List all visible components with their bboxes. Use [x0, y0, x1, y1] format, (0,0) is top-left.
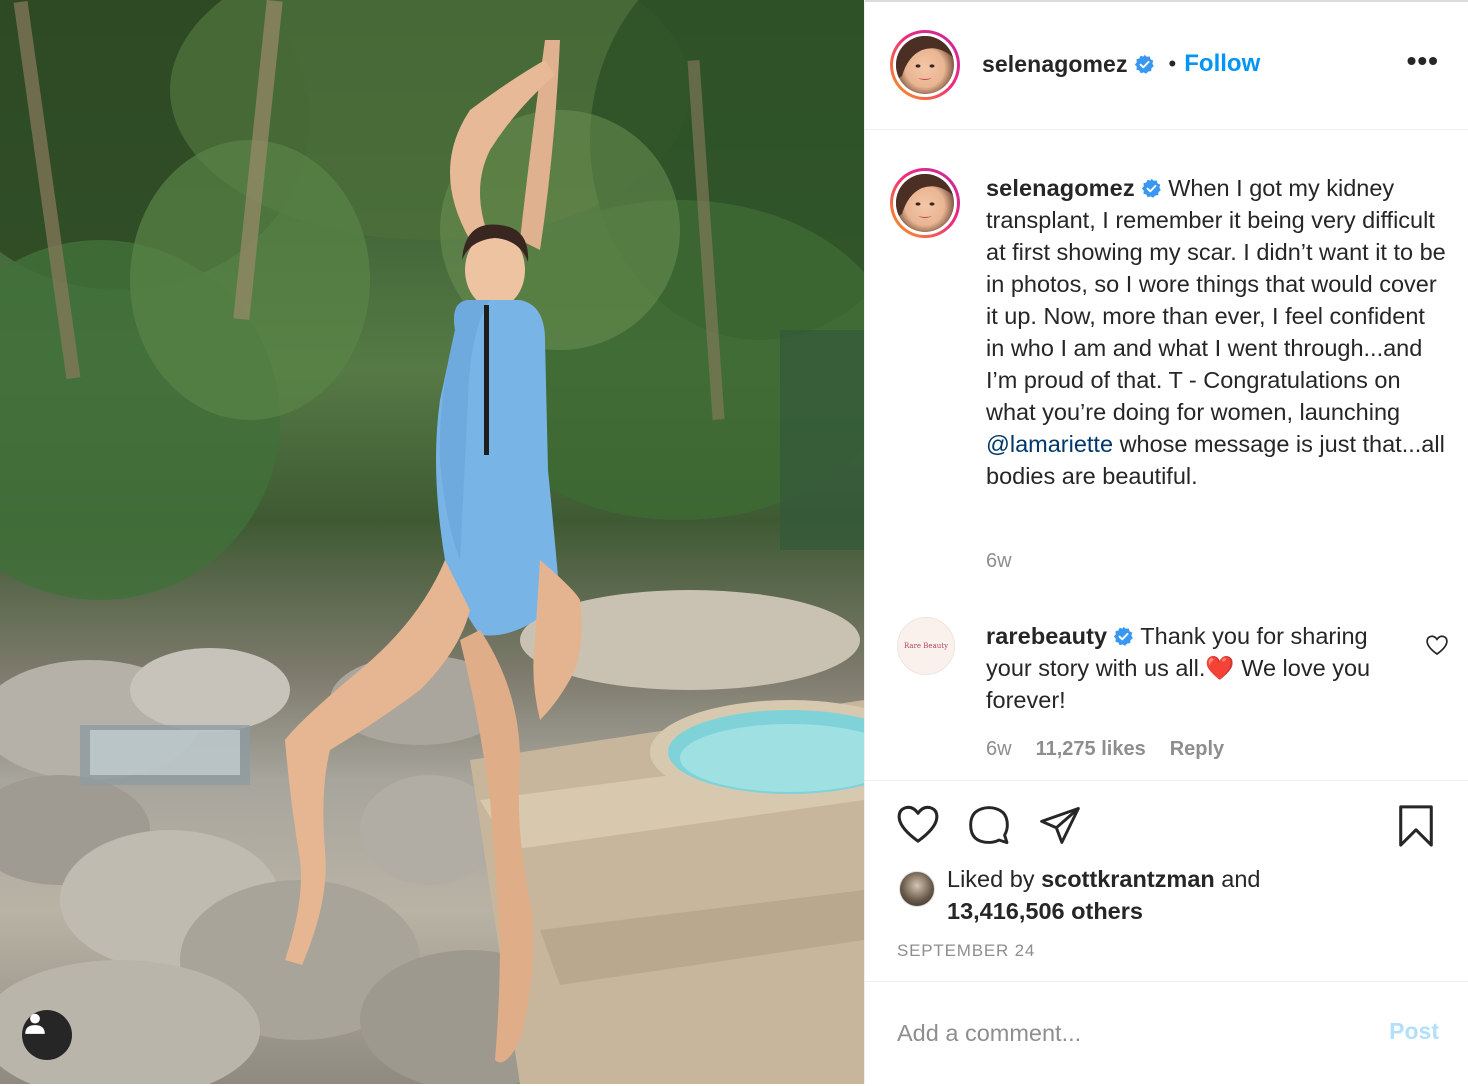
caption-timestamp[interactable]: 6w [986, 550, 1012, 573]
follow-button[interactable]: Follow [1184, 50, 1260, 78]
comment-reply-button[interactable]: Reply [1170, 738, 1224, 761]
comment-text: rarebeauty Thank you for sharing your st… [986, 620, 1396, 716]
likes-and-label: and [1221, 866, 1261, 892]
comment-input[interactable] [895, 1012, 1339, 1054]
comment-meta: 6w 11,275 likes Reply [986, 738, 1224, 761]
liker-avatar[interactable] [899, 871, 935, 907]
post-photo[interactable] [0, 0, 864, 1084]
avatar-face-illustration [896, 174, 954, 218]
likes-count[interactable]: 13,416,506 others [947, 898, 1143, 924]
caption-text: selenagomez When I got my kidney transpl… [986, 172, 1446, 492]
more-options-icon[interactable]: ••• [1407, 47, 1439, 75]
likes-text: Liked by scottkrantzman and 13,416,506 o… [947, 863, 1261, 927]
caption-body: When I got my kidney transplant, I remem… [986, 175, 1446, 425]
verified-badge-icon [1114, 626, 1133, 646]
comment-icon[interactable] [967, 803, 1011, 847]
post-photo-illustration [0, 0, 864, 1084]
commenter-avatar[interactable]: Rare Beauty [897, 617, 955, 675]
post-actions-section: Liked by scottkrantzman and 13,416,506 o… [865, 780, 1468, 1081]
comment-like-count[interactable]: 11,275 likes [1036, 738, 1146, 761]
share-icon[interactable] [1037, 803, 1083, 847]
caption-username[interactable]: selenagomez [986, 175, 1135, 201]
avatar-inner [893, 33, 957, 97]
avatar-image [896, 174, 954, 232]
separator-dot: • [1168, 51, 1177, 76]
bookmark-icon[interactable] [1395, 803, 1437, 849]
verified-badge-icon [1141, 178, 1161, 198]
liked-by-label: Liked by [947, 866, 1035, 892]
user-tag-icon [25, 1013, 45, 1034]
heart-icon[interactable] [895, 803, 941, 845]
comment-timestamp[interactable]: 6w [986, 738, 1012, 761]
add-comment-bar: Post [865, 981, 1468, 1086]
caption-author-avatar[interactable] [890, 168, 960, 238]
avatar-face-illustration [896, 36, 954, 80]
author-username[interactable]: selenagomez [982, 51, 1128, 78]
verified-badge-icon [1134, 54, 1154, 74]
post-date[interactable]: SEPTEMBER 24 [897, 941, 1035, 961]
post-details-panel: selenagomez • Follow ••• selenagomez Whe… [864, 0, 1468, 1084]
liker-username[interactable]: scottkrantzman [1041, 866, 1215, 892]
commenter-username[interactable]: rarebeauty [986, 623, 1107, 649]
avatar-inner [893, 171, 957, 235]
comment-like-heart-icon[interactable] [1425, 634, 1449, 656]
avatar-image [896, 36, 954, 94]
likes-summary: Liked by scottkrantzman and 13,416,506 o… [899, 863, 1261, 927]
post-header: selenagomez • Follow ••• [865, 2, 1468, 130]
author-avatar[interactable] [890, 30, 960, 100]
header-author-row: selenagomez • Follow [982, 50, 1260, 78]
user-tag-button[interactable] [22, 1010, 72, 1060]
caption-mention-link[interactable]: @lamariette [986, 431, 1113, 457]
post-comment-button[interactable]: Post [1389, 1018, 1439, 1045]
